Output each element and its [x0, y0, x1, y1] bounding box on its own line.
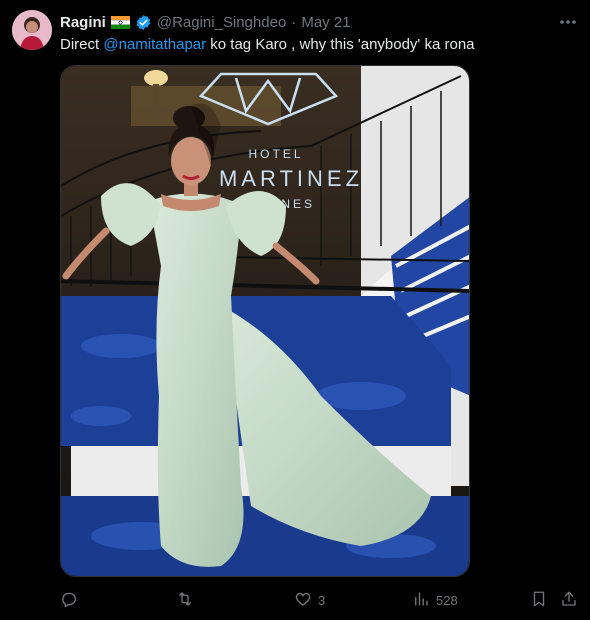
verified-badge-icon [135, 14, 152, 31]
share-icon [560, 590, 578, 611]
tweet: Ragini @Ragini_Singhdeo · May 21 Direct … [0, 0, 590, 620]
share-button[interactable] [560, 588, 578, 612]
like-count: 3 [318, 592, 326, 608]
avatar[interactable] [12, 10, 52, 50]
like-button[interactable]: 3 [294, 588, 325, 612]
heart-icon [294, 590, 312, 611]
tweet-photo[interactable]: HOTEL MARTINEZ CANNES [60, 65, 470, 577]
repost-icon [176, 590, 194, 611]
reply-button[interactable] [60, 588, 84, 612]
tweet-header: Ragini @Ragini_Singhdeo · May 21 [60, 12, 351, 32]
tweet-text-suffix: ko tag Karo , why this 'anybody' ka rona [206, 36, 475, 53]
views-count: 528 [436, 592, 458, 608]
sign-line-1: HOTEL [248, 147, 303, 161]
tweet-text: Direct @namitathapar ko tag Karo , why t… [60, 35, 570, 55]
separator-dot: · [291, 13, 297, 31]
user-handle[interactable]: @Ragini_Singhdeo [157, 14, 287, 31]
post-date[interactable]: May 21 [301, 14, 350, 31]
tweet-text-prefix: Direct [60, 36, 104, 53]
display-name[interactable]: Ragini [60, 14, 106, 31]
india-flag-icon [110, 15, 130, 29]
bookmark-button[interactable] [530, 588, 548, 612]
mention-link[interactable]: @namitathapar [103, 36, 206, 53]
more-options-icon[interactable] [557, 12, 579, 32]
bookmark-icon [530, 590, 548, 611]
action-bar: 3 528 [60, 588, 580, 612]
views-button[interactable]: 528 [412, 588, 458, 612]
views-icon [412, 590, 430, 611]
reply-icon [60, 590, 78, 611]
repost-button[interactable] [176, 588, 200, 612]
sign-line-2: MARTINEZ [219, 166, 363, 191]
